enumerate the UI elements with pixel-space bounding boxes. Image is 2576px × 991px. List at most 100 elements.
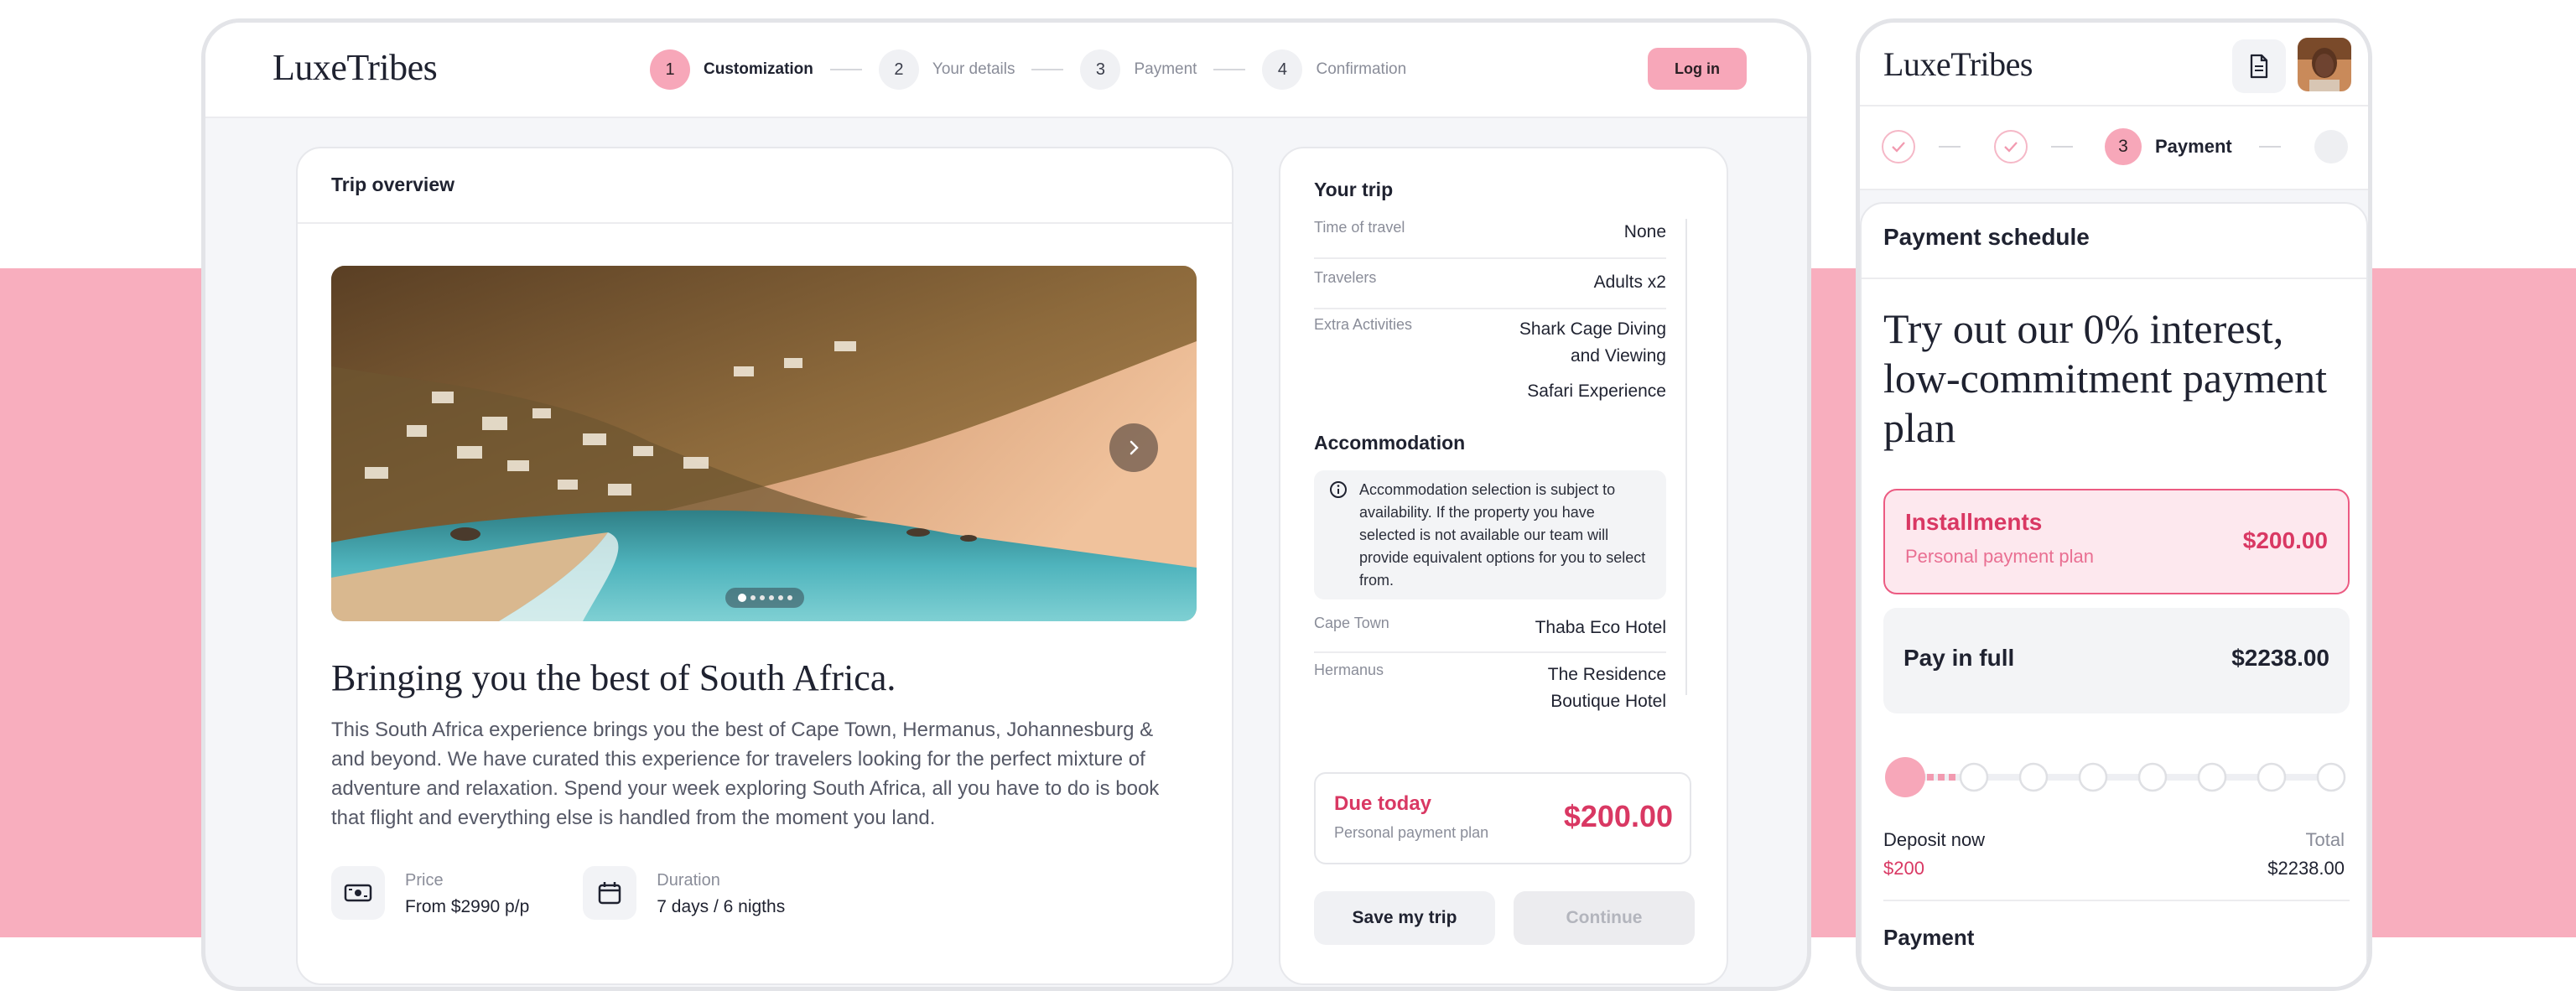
- save-trip-button[interactable]: Save my trip: [1314, 891, 1495, 945]
- installment-node: [2078, 762, 2108, 792]
- trip-headline: Bringing you the best of South Africa.: [331, 657, 896, 698]
- login-button[interactable]: Log in: [1648, 48, 1747, 90]
- destination-photo: [331, 266, 1197, 621]
- row-label: Cape Town: [1314, 615, 1389, 631]
- row-value: Thaba Eco Hotel: [1535, 618, 1666, 637]
- gallery-pagination: [725, 588, 804, 608]
- coastline-image: [331, 266, 1197, 621]
- trip-description: This South Africa experience brings you …: [331, 719, 1160, 829]
- step-current[interactable]: 3: [2105, 128, 2142, 165]
- due-today-amount: $200.00: [1563, 799, 1673, 833]
- mobile-frame: LuxeTribes 3 Payment Payment schedule Tr…: [1856, 18, 2372, 991]
- your-trip-title: Your trip: [1314, 179, 1394, 200]
- gallery-dot[interactable]: [787, 595, 792, 600]
- hermanus-row: Hermanus The Residence Boutique Hotel: [1314, 662, 1666, 729]
- deposit-label: Deposit now: [1883, 829, 1986, 850]
- hotel-name: The Residence: [1547, 665, 1666, 684]
- check-icon: [2004, 142, 2018, 153]
- price-icon-tile: [331, 866, 385, 920]
- step-number: 3: [1080, 49, 1121, 90]
- divider: [1883, 900, 2350, 901]
- installment-node: [2316, 762, 2346, 792]
- check-icon: [1892, 142, 1905, 153]
- promo-title: Try out our 0% interest, low-commitment …: [1883, 305, 2328, 451]
- installment-node: [2197, 762, 2227, 792]
- gallery-dot[interactable]: [750, 595, 756, 600]
- mobile-stepper: 3 Payment: [1860, 105, 2368, 190]
- step-customization[interactable]: 1 Customization: [650, 49, 813, 90]
- step-divider: [2051, 146, 2073, 148]
- step-done-2[interactable]: [1994, 130, 2028, 163]
- card-header: Trip overview: [298, 148, 1232, 224]
- installment-node: [2018, 762, 2049, 792]
- document-icon: [2250, 54, 2268, 79]
- option-amount: $2238.00: [2231, 645, 2329, 671]
- step-number: 1: [650, 49, 690, 90]
- step-done-1[interactable]: [1882, 130, 1915, 163]
- row-label: Travelers: [1314, 269, 1377, 286]
- installments-option[interactable]: Installments Personal payment plan $200.…: [1883, 489, 2350, 594]
- top-navigation: LuxeTribes 1 Customization 2 Your detail…: [205, 23, 1807, 118]
- card-title: Payment schedule: [1883, 224, 2090, 250]
- desktop-frame: LuxeTribes 1 Customization 2 Your detail…: [201, 18, 1811, 991]
- accommodation-title: Accommodation: [1314, 432, 1466, 454]
- payment-heading: Payment: [1883, 925, 1975, 950]
- duration-fact: Duration 7 days / 6 nigths: [583, 866, 785, 920]
- row-value: Shark Cage Diving and Viewing Safari Exp…: [1519, 316, 1666, 405]
- due-today-label: Due today: [1334, 792, 1432, 815]
- logo[interactable]: LuxeTribes: [1883, 44, 2033, 84]
- step-confirmation[interactable]: 4 Confirmation: [1262, 49, 1406, 90]
- accommodation-note: Accommodation selection is subject to av…: [1314, 470, 1666, 599]
- logo[interactable]: LuxeTribes: [273, 46, 438, 89]
- price-value: From $2990 p/p: [405, 897, 530, 916]
- step-divider: [829, 69, 862, 70]
- accommodation-note-text: Accommodation selection is subject to av…: [1359, 481, 1646, 589]
- installment-node: [1959, 762, 1989, 792]
- step-label: Payment: [1134, 60, 1197, 78]
- installment-node: [2137, 762, 2168, 792]
- step-label: Your details: [932, 60, 1015, 78]
- row-value: None: [1623, 222, 1666, 241]
- total-label: Total: [2305, 829, 2345, 850]
- continue-button[interactable]: Continue: [1514, 891, 1695, 945]
- step-your-details[interactable]: 2 Your details: [878, 49, 1015, 90]
- step-number: 2: [878, 49, 919, 90]
- checkout-stepper: 1 Customization 2 Your details 3 Payment…: [650, 48, 1406, 91]
- payment-schedule-card: Payment schedule Try out our 0% interest…: [1860, 202, 2368, 987]
- gallery-dot[interactable]: [777, 595, 783, 600]
- cape-town-row: Cape Town Thaba Eco Hotel: [1314, 615, 1666, 653]
- extra-activity: Safari Experience: [1527, 381, 1666, 401]
- gallery-dot[interactable]: [768, 595, 774, 600]
- time-of-travel-row: Time of travel None: [1314, 219, 1666, 259]
- card-title: Trip overview: [331, 174, 455, 195]
- gallery-next-button[interactable]: [1109, 423, 1158, 472]
- step-upcoming[interactable]: [2314, 130, 2348, 163]
- step-divider: [1213, 69, 1246, 70]
- step-payment[interactable]: 3 Payment: [1080, 49, 1197, 90]
- step-divider: [1031, 69, 1064, 70]
- row-label: Extra Activities: [1314, 316, 1413, 333]
- due-today-box: Due today Personal payment plan $200.00: [1314, 772, 1691, 864]
- gallery-dot[interactable]: [759, 595, 765, 600]
- mobile-header: LuxeTribes: [1860, 23, 2368, 105]
- duration-icon-tile: [583, 866, 637, 920]
- installment-node: [2257, 762, 2287, 792]
- avatar[interactable]: [2298, 38, 2351, 91]
- trip-facts: Price From $2990 p/p Duration 7 days / 6…: [331, 866, 839, 920]
- step-number: 4: [1262, 49, 1303, 90]
- gallery-dot[interactable]: [737, 594, 746, 602]
- option-name: Installments: [1905, 509, 2043, 535]
- step-divider: [2259, 146, 2281, 148]
- installment-track-svg: [1885, 757, 2346, 797]
- option-amount: $200.00: [2242, 527, 2328, 553]
- step-divider: [1939, 146, 1961, 148]
- hotel-name-cont: Boutique Hotel: [1550, 692, 1666, 711]
- extra-activities-row: Extra Activities Shark Cage Diving and V…: [1314, 316, 1666, 418]
- due-today-sublabel: Personal payment plan: [1334, 824, 1489, 841]
- current-step-label: Payment: [2155, 136, 2232, 157]
- row-label: Time of travel: [1314, 219, 1405, 236]
- document-button[interactable]: [2232, 39, 2286, 93]
- price-label: Price: [405, 871, 444, 890]
- pay-in-full-option[interactable]: Pay in full $2238.00: [1883, 608, 2350, 713]
- deposit-value: $200: [1883, 858, 1924, 879]
